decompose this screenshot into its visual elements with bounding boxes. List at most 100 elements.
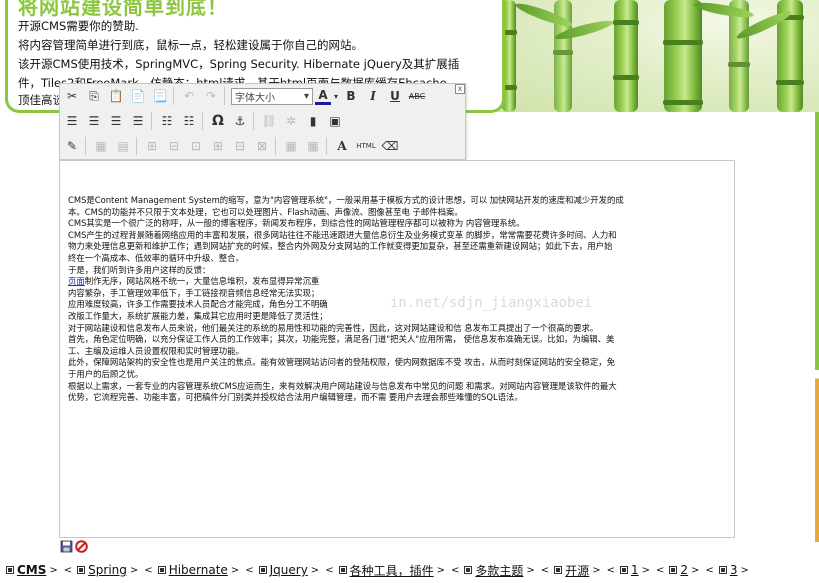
nav-arrow-right-icon: > (526, 564, 535, 576)
nav-item: < 开源 > (538, 562, 604, 579)
nav-arrow-left-icon: < (540, 564, 550, 576)
italic-icon[interactable]: I (363, 86, 383, 106)
editor-toolbar: x ✂ ⎘ 📋 📄 📃 ↶ ↷ 字体大小 ▾ A ▾ B I U ABC ☰ ☰ ☰ ☰ ☷ ☷ Ω ⚓ ⛓ ✲ ▮ ▣ ✎ ▦ ▤ ⊞… (59, 83, 466, 160)
align-left-icon[interactable]: ☰ (62, 111, 82, 131)
toolbar-separator (202, 112, 203, 130)
editor-paragraph-line: 于是，我们听到许多用户这样的反馈： (68, 264, 211, 275)
grid-icon[interactable]: ▦ (281, 136, 301, 156)
align-justify-icon[interactable]: ☰ (128, 111, 148, 131)
nav-arrow-left-icon: < (450, 564, 460, 576)
redo-icon[interactable]: ↷ (201, 86, 221, 106)
align-center-icon[interactable]: ☰ (84, 111, 104, 131)
toolbar-separator (136, 137, 137, 155)
toolbar-separator (275, 137, 276, 155)
banner-line: 顶佳高谈 (18, 93, 64, 107)
cut-icon[interactable]: ✂ (62, 86, 82, 106)
toolbar-close-icon[interactable]: x (455, 84, 465, 94)
grid2-icon[interactable]: ▦ (303, 136, 323, 156)
table-props-icon[interactable]: ▤ (113, 136, 133, 156)
editor-paragraph-line: 此外，保障网站架构的安全性也是用户关注的焦点。能有效管理网站访问者的登陆权限，使… (68, 357, 616, 368)
nav-link-6[interactable]: 多款主题 (475, 562, 523, 579)
edit-source-icon[interactable]: ✎ (62, 136, 82, 156)
broken-image-icon (6, 566, 14, 574)
nav-link-1[interactable]: CMS (17, 563, 46, 577)
broken-image-icon (157, 566, 166, 574)
broken-image-icon (669, 566, 678, 574)
paste-icon[interactable]: 📋 (106, 86, 126, 106)
delete-row-icon[interactable]: ⊟ (164, 136, 184, 156)
media-icon[interactable]: ▮ (303, 111, 323, 131)
nav-link-4[interactable]: Jquery (270, 563, 308, 577)
editor-paragraph-line: 终在一个高成本、低效率的循环中升级、整合。 (68, 252, 244, 263)
broken-image-icon (718, 566, 727, 574)
insert-col-icon[interactable]: ⊞ (208, 136, 228, 156)
nav-item: < Spring > (61, 563, 142, 577)
nav-item: <1 > (604, 563, 653, 577)
bullet-list-icon[interactable]: ☷ (157, 111, 177, 131)
anchor-icon[interactable]: ⚓ (230, 111, 250, 131)
nav-arrow-right-icon: > (740, 564, 749, 576)
image-icon[interactable]: ▣ (325, 111, 345, 131)
editor-link[interactable]: 页面 (68, 276, 85, 286)
font-color-dropdown-icon[interactable]: ▾ (333, 86, 339, 106)
copy-icon[interactable]: ⎘ (84, 86, 104, 106)
delete-col-icon[interactable]: ⊟ (230, 136, 250, 156)
save-icon[interactable] (60, 540, 73, 553)
rich-text-editor[interactable]: in.net/sdjn_jiangxiaobei CMS是Content Man… (59, 160, 735, 538)
nav-item: < 多款主题 > (448, 562, 538, 579)
paste-word-icon[interactable]: 📃 (150, 86, 170, 106)
broken-image-icon (554, 566, 563, 574)
nav-arrow-left-icon: < (656, 564, 665, 576)
nav-link-3[interactable]: Hibernate (169, 563, 228, 577)
editor-paragraph-line: 对于网站建设和信息发布人员来说，他们最关注的系统的易用性和功能的完善性，因此，这… (68, 322, 599, 333)
category-nav: CMS > < Spring > < Hibernate > < Jquery > < 各种工具，插件 >… (4, 561, 752, 579)
eraser-icon[interactable]: ⌫ (380, 136, 400, 156)
font-style-icon[interactable]: A (332, 136, 352, 156)
nav-link-2[interactable]: Spring (88, 563, 127, 577)
cancel-icon[interactable] (75, 540, 88, 553)
nav-arrow-left-icon: < (63, 564, 73, 576)
insert-row-icon[interactable]: ⊞ (142, 136, 162, 156)
font-size-label: 字体大小 (235, 92, 275, 104)
editor-paragraph-line: 物力来处理信息更新和维护工作；遇到网站扩充的时候，整合内外网及分支网站的工作就变… (68, 241, 613, 252)
nav-arrow-left-icon: < (144, 564, 153, 576)
toolbar-separator (151, 112, 152, 130)
bold-icon[interactable]: B (341, 86, 361, 106)
table-icon[interactable]: ▦ (91, 136, 111, 156)
paste-text-icon[interactable]: 📄 (128, 86, 148, 106)
editor-content[interactable]: CMS是Content Management System的缩写，意为"内容管理… (68, 195, 728, 404)
special-char-icon[interactable]: Ω (208, 111, 228, 131)
font-size-select[interactable]: 字体大小 ▾ (231, 87, 313, 105)
nav-item: < Jquery > (242, 563, 322, 577)
nav-item: < Hibernate > (141, 563, 242, 577)
editor-paragraph-line: 优势，它流程完善、功能丰富，可把稿件分门别类并授权给合法用户编辑管理，而不需 要… (68, 392, 523, 403)
nav-link-9[interactable]: 2 (680, 563, 688, 577)
html-icon[interactable]: HTML (354, 136, 378, 156)
broken-image-icon (464, 566, 473, 574)
numbered-list-icon[interactable]: ☷ (179, 111, 199, 131)
align-right-icon[interactable]: ☰ (106, 111, 126, 131)
toolbar-separator (173, 87, 174, 105)
font-color-icon[interactable]: A (315, 87, 331, 105)
merge-cells-icon[interactable]: ⊡ (186, 136, 206, 156)
link-icon[interactable]: ⛓ (259, 111, 279, 131)
nav-link-7[interactable]: 开源 (565, 562, 589, 579)
nav-item: <3 > (702, 563, 751, 577)
bamboo-image (494, 0, 819, 112)
unlink-icon[interactable]: ✲ (281, 111, 301, 131)
nav-arrow-right-icon: > (691, 564, 700, 576)
nav-item: <2 > (653, 563, 702, 577)
nav-link-5[interactable]: 各种工具，插件 (350, 562, 434, 579)
nav-arrow-right-icon: > (641, 564, 650, 576)
banner-line: 该开源CMS使用技术，SpringMVC，Spring Security. Hi… (18, 57, 460, 71)
nav-link-8[interactable]: 1 (631, 563, 639, 577)
strikethrough-icon[interactable]: ABC (407, 86, 427, 106)
toolbar-separator (224, 87, 225, 105)
underline-icon[interactable]: U (385, 86, 405, 106)
toolbar-separator (85, 137, 86, 155)
editor-paragraph-line: 根据以上需求，一套专业的内容管理系统CMS应运而生，来有效解决用户网站建设与信息… (68, 380, 617, 391)
page-right-edge (815, 112, 819, 542)
split-cell-icon[interactable]: ⊠ (252, 136, 272, 156)
undo-icon[interactable]: ↶ (179, 86, 199, 106)
nav-link-10[interactable]: 3 (730, 563, 738, 577)
